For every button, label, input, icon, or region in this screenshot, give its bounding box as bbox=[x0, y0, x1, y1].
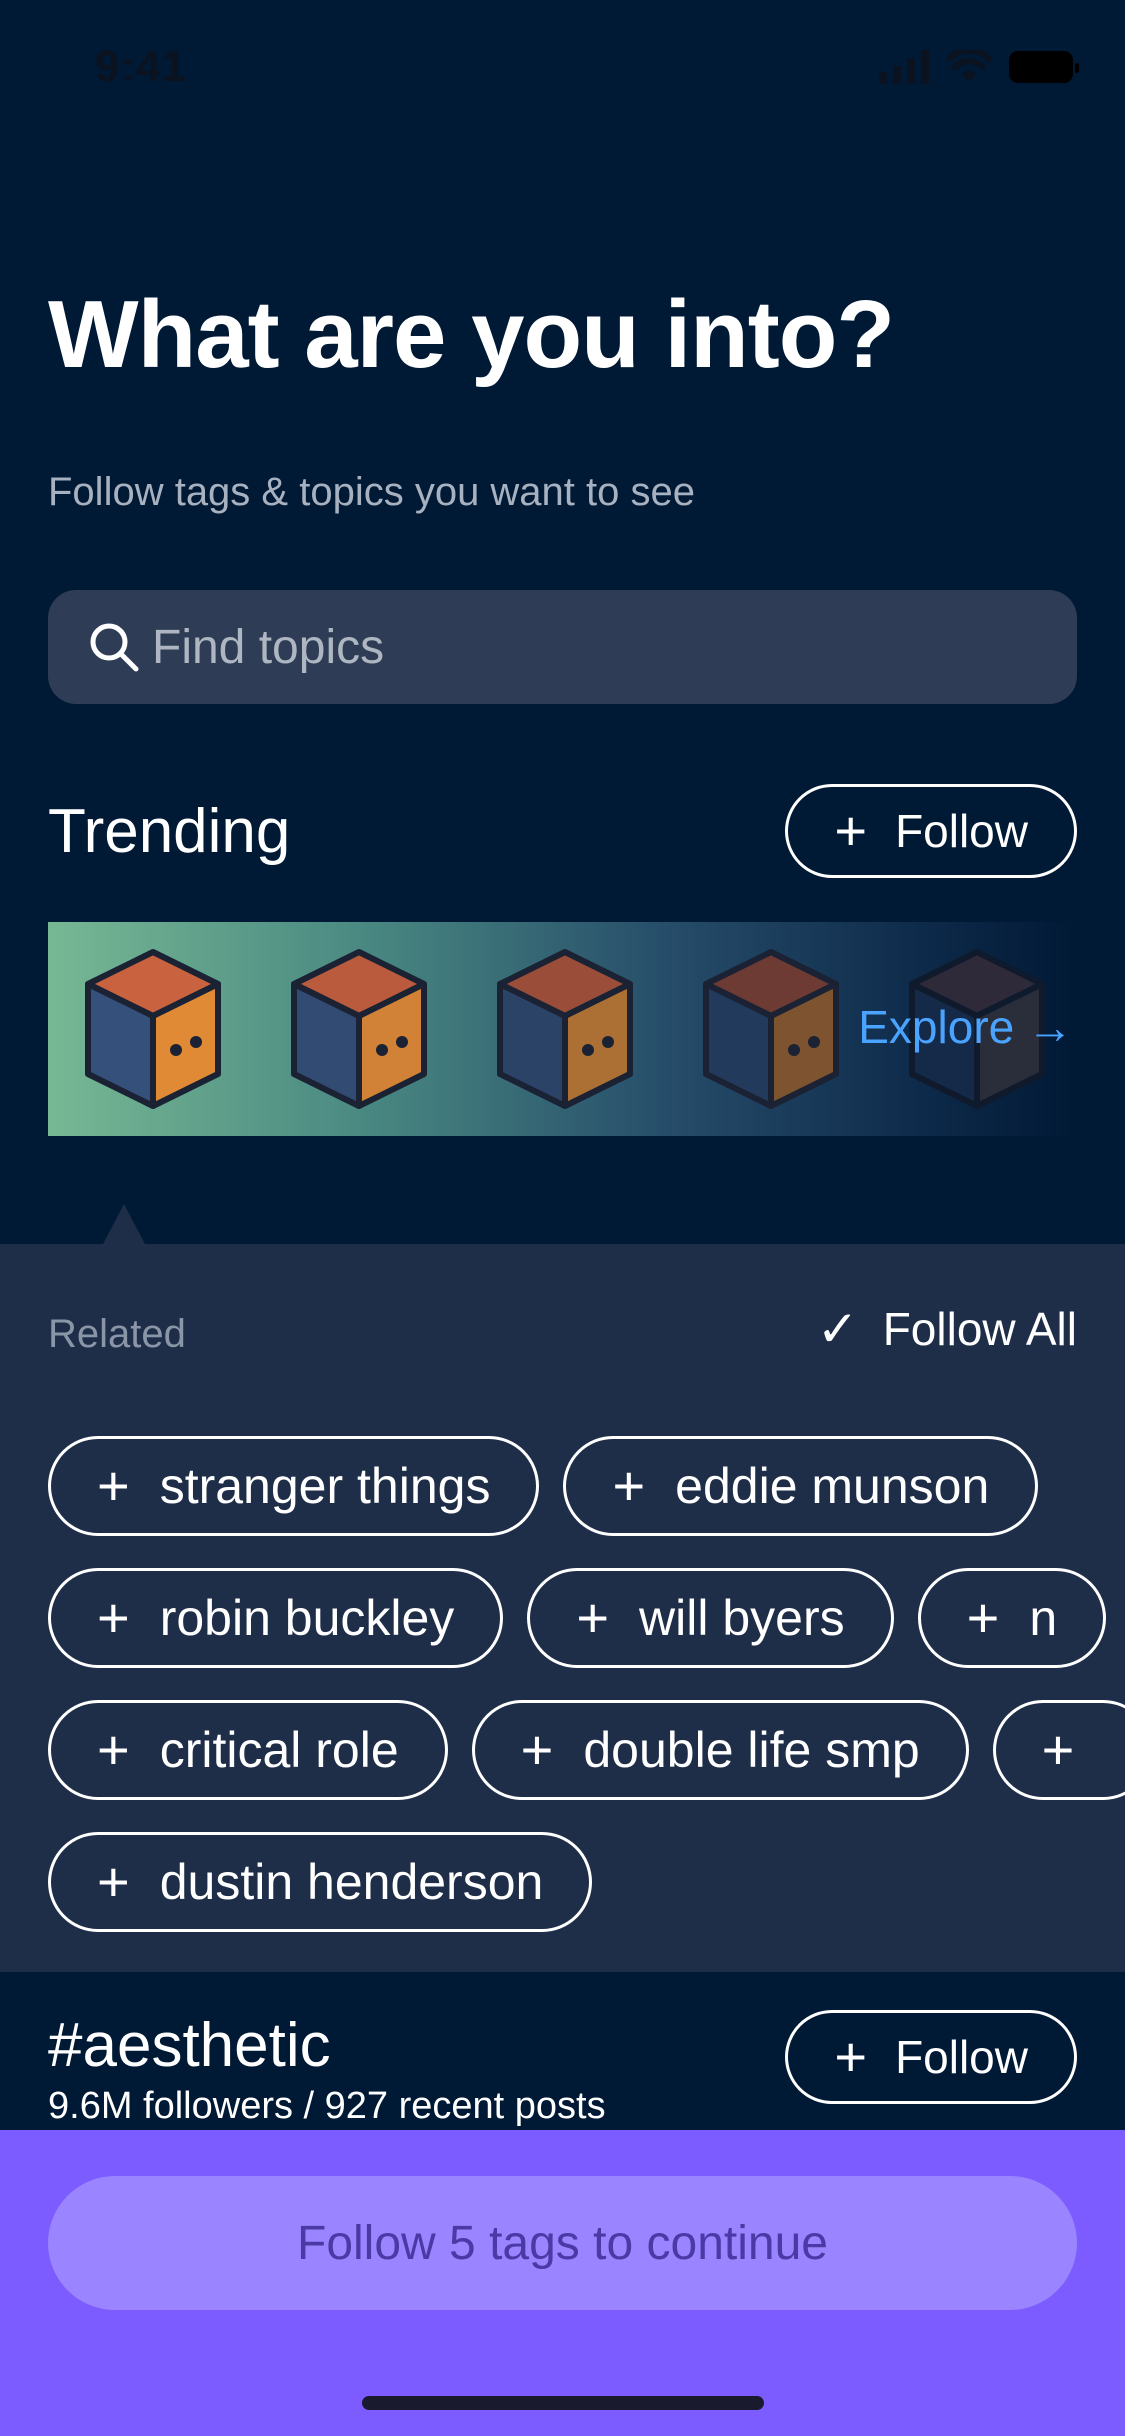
tag-info: #aesthetic 9.6M followers / 927 recent p… bbox=[48, 2010, 606, 2128]
wifi-icon bbox=[947, 50, 991, 82]
plus-icon: + bbox=[576, 1586, 610, 1649]
status-time: 9:41 bbox=[95, 42, 188, 91]
follow-all-button[interactable]: ✓ Follow All bbox=[817, 1300, 1077, 1358]
trending-follow-button[interactable]: + Follow bbox=[785, 784, 1077, 878]
search-input[interactable] bbox=[152, 619, 952, 675]
tag-name[interactable]: #aesthetic bbox=[48, 2010, 606, 2081]
status-icons bbox=[879, 50, 1079, 84]
chip-label: n bbox=[1029, 1590, 1058, 1646]
battery-icon bbox=[1009, 51, 1079, 83]
chip-row-1: + stranger things + eddie munson bbox=[48, 1436, 1039, 1536]
cube-mascot-icon bbox=[85, 949, 221, 1109]
follow-label: Follow bbox=[895, 2031, 1028, 2083]
tag-chip-partial[interactable]: + bbox=[992, 1700, 1125, 1800]
cube-mascot-icon bbox=[291, 949, 427, 1109]
plus-icon: + bbox=[97, 1850, 130, 1913]
footer: Follow 5 tags to continue bbox=[0, 2130, 1125, 2436]
page-subtitle: Follow tags & topics you want to see bbox=[48, 470, 695, 514]
related-panel: Related ✓ Follow All + stranger things +… bbox=[0, 1244, 1125, 1972]
chip-label: double life smp bbox=[583, 1722, 920, 1778]
explore-link[interactable]: Explore → bbox=[858, 1000, 1073, 1054]
follow-label: Follow bbox=[895, 805, 1028, 857]
continue-button[interactable]: Follow 5 tags to continue bbox=[48, 2176, 1077, 2310]
search-bar[interactable] bbox=[48, 590, 1077, 704]
tag-chip-dustin-henderson[interactable]: + dustin henderson bbox=[48, 1832, 593, 1932]
chip-label: critical role bbox=[159, 1722, 399, 1778]
related-label: Related bbox=[48, 1312, 186, 1356]
plus-icon: + bbox=[1041, 1718, 1075, 1781]
tag-chip-double-life-smp[interactable]: + double life smp bbox=[471, 1700, 969, 1800]
plus-icon: + bbox=[612, 1454, 646, 1517]
home-indicator bbox=[362, 2396, 764, 2410]
plus-icon: + bbox=[834, 799, 868, 862]
chip-label: will byers bbox=[639, 1590, 845, 1646]
chip-row-3: + critical role + double life smp + bbox=[48, 1700, 1125, 1800]
plus-icon: + bbox=[97, 1586, 130, 1649]
chip-label: robin buckley bbox=[159, 1590, 455, 1646]
signal-icon bbox=[879, 50, 929, 84]
cube-mascot-icon bbox=[703, 949, 839, 1109]
trending-title: Trending bbox=[48, 796, 291, 866]
cube-mascot-icon bbox=[497, 949, 633, 1109]
follow-all-label: Follow All bbox=[882, 1303, 1077, 1355]
tag-chip-partial[interactable]: + n bbox=[917, 1568, 1107, 1668]
plus-icon: + bbox=[834, 2025, 868, 2088]
status-bar: 9:41 bbox=[0, 0, 1125, 140]
tag-chip-critical-role[interactable]: + critical role bbox=[48, 1700, 448, 1800]
tag-chip-eddie-munson[interactable]: + eddie munson bbox=[563, 1436, 1039, 1536]
plus-icon: + bbox=[520, 1718, 554, 1781]
chip-label: dustin henderson bbox=[159, 1854, 544, 1910]
trending-header: Trending + Follow bbox=[48, 784, 1077, 878]
plus-icon: + bbox=[97, 1718, 130, 1781]
tag-chip-stranger-things[interactable]: + stranger things bbox=[48, 1436, 540, 1536]
tag-chip-robin-buckley[interactable]: + robin buckley bbox=[48, 1568, 504, 1668]
related-pointer bbox=[102, 1204, 146, 1246]
chip-label: eddie munson bbox=[675, 1458, 990, 1514]
plus-icon: + bbox=[97, 1454, 130, 1517]
tag-meta: 9.6M followers / 927 recent posts bbox=[48, 2085, 606, 2127]
tag-row-aesthetic: #aesthetic 9.6M followers / 927 recent p… bbox=[48, 2010, 1077, 2128]
search-icon bbox=[90, 623, 139, 672]
tag-chip-will-byers[interactable]: + will byers bbox=[527, 1568, 894, 1668]
checkmark-icon: ✓ bbox=[816, 1301, 859, 1357]
chip-row-4: + dustin henderson bbox=[48, 1832, 593, 1932]
chip-row-2: + robin buckley + will byers + n bbox=[48, 1568, 1107, 1668]
plus-icon: + bbox=[966, 1586, 1000, 1649]
page-title: What are you into? bbox=[48, 281, 895, 388]
trending-banner[interactable]: Explore → bbox=[48, 922, 1077, 1136]
chip-label: stranger things bbox=[159, 1458, 491, 1514]
tag-follow-button[interactable]: + Follow bbox=[785, 2010, 1077, 2104]
